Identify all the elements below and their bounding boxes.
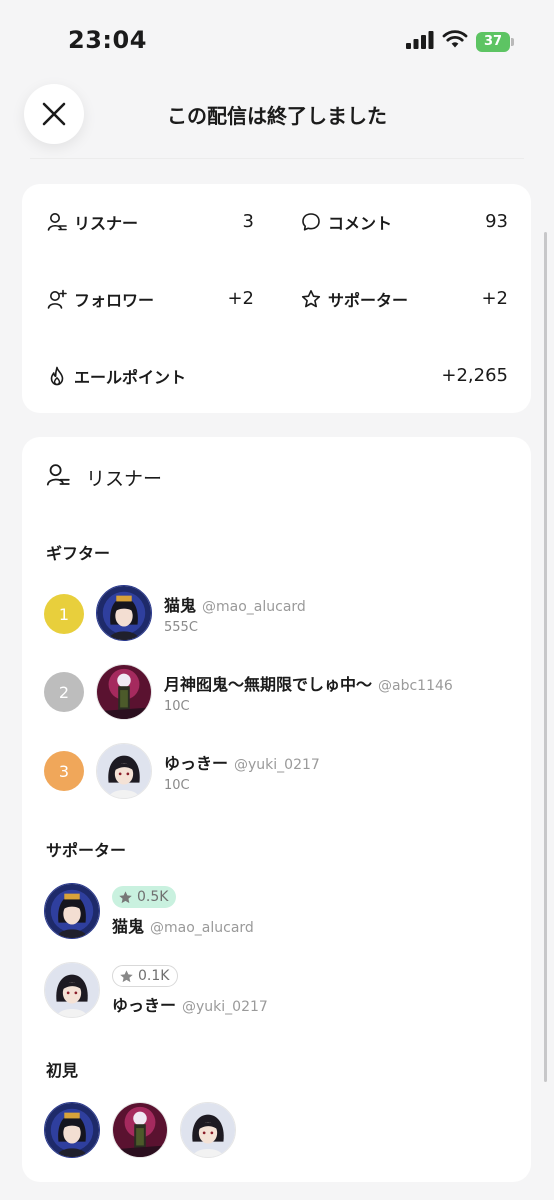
- stat-value-listeners: 3: [242, 211, 254, 232]
- status-icons: 37: [406, 30, 514, 53]
- stat-comments: コメント: [300, 210, 392, 234]
- stat-label: コメント: [328, 214, 393, 233]
- gifter-name: 猫鬼 @mao_alucard: [164, 592, 306, 616]
- top-bar: この配信は終了しました: [0, 82, 554, 152]
- supporters-title: サポーター: [46, 841, 127, 860]
- battery-indicator: 37: [476, 31, 514, 52]
- display-name: 猫鬼: [112, 917, 145, 936]
- page-title: この配信は終了しました: [167, 104, 387, 128]
- user-handle: @abc1146: [378, 678, 453, 694]
- user-handle: @yuki_0217: [234, 757, 320, 773]
- stat-listeners: リスナー: [46, 210, 138, 234]
- header-divider: [30, 158, 524, 159]
- avatar[interactable]: [96, 743, 152, 799]
- gift-coins: 10C: [164, 778, 190, 793]
- listeners-section-header: リスナー: [46, 463, 162, 491]
- listener-icon: [46, 211, 68, 233]
- supporter-name: 猫鬼 @mao_alucard: [112, 913, 254, 937]
- stat-label: エールポイント: [74, 368, 187, 387]
- section-title: リスナー: [86, 467, 163, 490]
- badge-value: 0.1K: [138, 968, 170, 984]
- display-name: ゆっきー: [112, 996, 177, 1015]
- wifi-icon: [442, 30, 468, 53]
- stat-value-cheer-points: +2,265: [441, 365, 508, 386]
- user-handle: @mao_alucard: [202, 599, 306, 615]
- stats-card: リスナー 3 コメント 93 フォロワー +2 サポーター +2 エールポイント…: [22, 184, 531, 413]
- star-icon: [118, 890, 133, 905]
- status-bar: 23:04 37: [0, 0, 554, 80]
- support-badge: 0.1K: [112, 965, 179, 987]
- stat-followers: フォロワー: [46, 287, 154, 311]
- stat-supporters: サポーター: [300, 287, 408, 311]
- display-name: 月神囮鬼〜無期限でしゅ中〜: [164, 675, 373, 694]
- rank-badge: 1: [44, 594, 84, 634]
- stat-value-followers: +2: [227, 288, 254, 309]
- badge-value: 0.5K: [137, 889, 169, 905]
- display-name: 猫鬼: [164, 596, 197, 615]
- display-name: ゆっきー: [164, 754, 229, 773]
- stat-value-comments: 93: [485, 211, 508, 232]
- star-icon: [300, 288, 322, 310]
- flame-icon: [46, 365, 68, 387]
- avatar[interactable]: [96, 664, 152, 720]
- comment-icon: [300, 211, 322, 233]
- avatar[interactable]: [44, 1102, 100, 1158]
- stat-value-supporters: +2: [481, 288, 508, 309]
- avatar[interactable]: [180, 1102, 236, 1158]
- gift-coins: 10C: [164, 699, 190, 714]
- status-time: 23:04: [68, 26, 147, 54]
- user-handle: @mao_alucard: [150, 920, 254, 936]
- rank-badge: 2: [44, 672, 84, 712]
- rank-badge: 3: [44, 751, 84, 791]
- first-time-title: 初見: [46, 1061, 79, 1080]
- listeners-card: リスナー ギフター 1 猫鬼 @mao_alucard 555C 2 月神囮鬼〜無…: [22, 437, 531, 1182]
- listener-icon: [46, 463, 70, 491]
- star-icon: [119, 969, 134, 984]
- gifter-name: 月神囮鬼〜無期限でしゅ中〜 @abc1146: [164, 671, 453, 695]
- supporter-name: ゆっきー @yuki_0217: [112, 992, 268, 1016]
- scrollbar[interactable]: [544, 232, 547, 1082]
- avatar[interactable]: [44, 962, 100, 1018]
- avatar[interactable]: [96, 585, 152, 641]
- gift-coins: 555C: [164, 620, 198, 635]
- follow-icon: [46, 288, 68, 310]
- signal-icon: [406, 30, 434, 53]
- support-badge: 0.5K: [112, 886, 177, 908]
- stat-label: サポーター: [328, 291, 409, 310]
- avatar[interactable]: [44, 883, 100, 939]
- stat-label: リスナー: [74, 214, 139, 233]
- stat-label: フォロワー: [74, 291, 155, 310]
- avatar[interactable]: [112, 1102, 168, 1158]
- gifters-title: ギフター: [46, 544, 111, 563]
- gifter-name: ゆっきー @yuki_0217: [164, 750, 320, 774]
- stat-cheer-points: エールポイント: [46, 364, 186, 388]
- user-handle: @yuki_0217: [182, 999, 268, 1015]
